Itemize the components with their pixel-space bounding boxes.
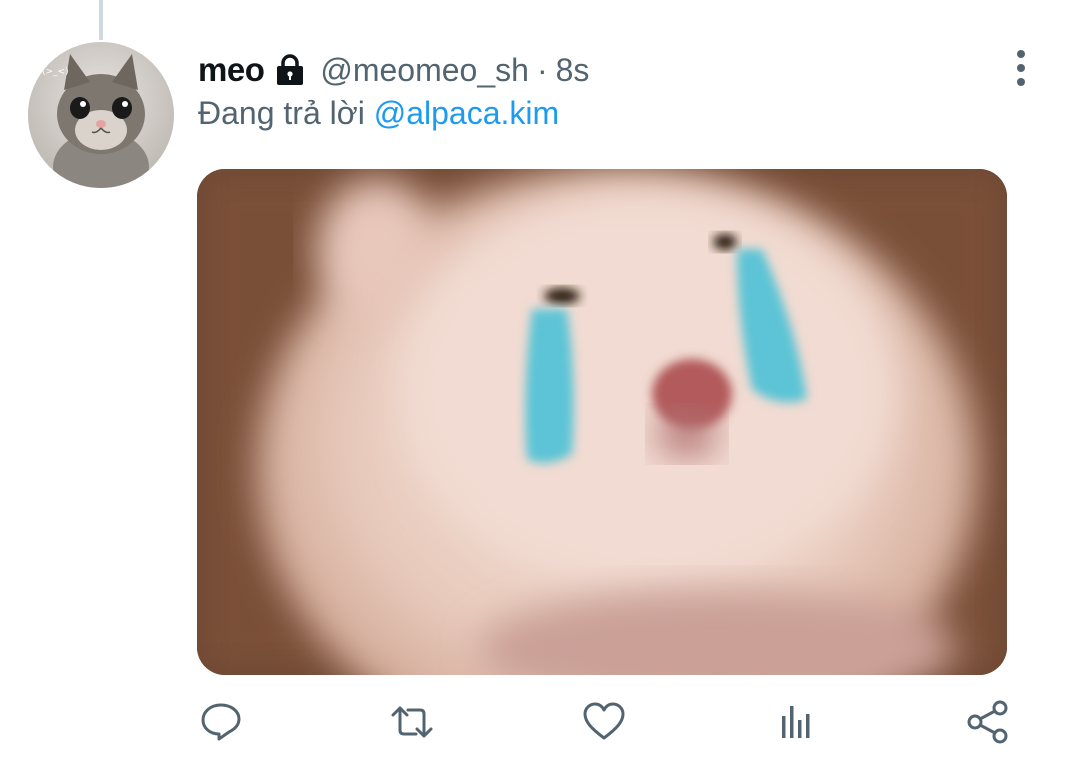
heart-icon bbox=[583, 702, 625, 740]
replying-to: Đang trả lời @alpaca.kim bbox=[198, 95, 559, 132]
bar-chart-icon bbox=[782, 706, 810, 738]
retweet-button[interactable] bbox=[388, 698, 436, 746]
share-icon bbox=[967, 700, 1008, 744]
reply-button[interactable] bbox=[197, 698, 245, 746]
display-name[interactable]: meo bbox=[198, 51, 265, 89]
like-button[interactable] bbox=[580, 698, 628, 746]
more-vertical-icon-dot bbox=[1017, 50, 1025, 58]
share-button[interactable] bbox=[964, 698, 1012, 746]
avatar-emoticon: (>_<) bbox=[42, 67, 69, 77]
lock-icon bbox=[274, 53, 306, 87]
header-separator: · bbox=[536, 51, 548, 88]
avatar[interactable]: (>_<) bbox=[28, 42, 174, 188]
more-options-button[interactable] bbox=[1004, 48, 1038, 88]
more-vertical-icon-dot bbox=[1017, 78, 1025, 86]
tweet-actions-bar bbox=[0, 690, 1079, 750]
reply-prefix: Đang trả lời bbox=[198, 95, 365, 131]
user-handle[interactable]: @meomeo_sh bbox=[320, 52, 529, 89]
hamster-crying-image bbox=[197, 169, 1007, 675]
thread-connector-line bbox=[99, 0, 103, 40]
more-vertical-icon-dot bbox=[1017, 64, 1025, 72]
reply-icon bbox=[201, 703, 241, 741]
tweet-timestamp[interactable]: 8s bbox=[556, 52, 590, 89]
reply-mention-link[interactable]: @alpaca.kim bbox=[374, 95, 559, 131]
view-stats-button[interactable] bbox=[772, 698, 820, 746]
retweet-icon bbox=[391, 706, 433, 738]
tweet-media-image[interactable] bbox=[197, 169, 1007, 675]
tweet-header: meo @meomeo_sh · 8s bbox=[198, 48, 589, 92]
avatar-image: (>_<) bbox=[28, 42, 174, 188]
